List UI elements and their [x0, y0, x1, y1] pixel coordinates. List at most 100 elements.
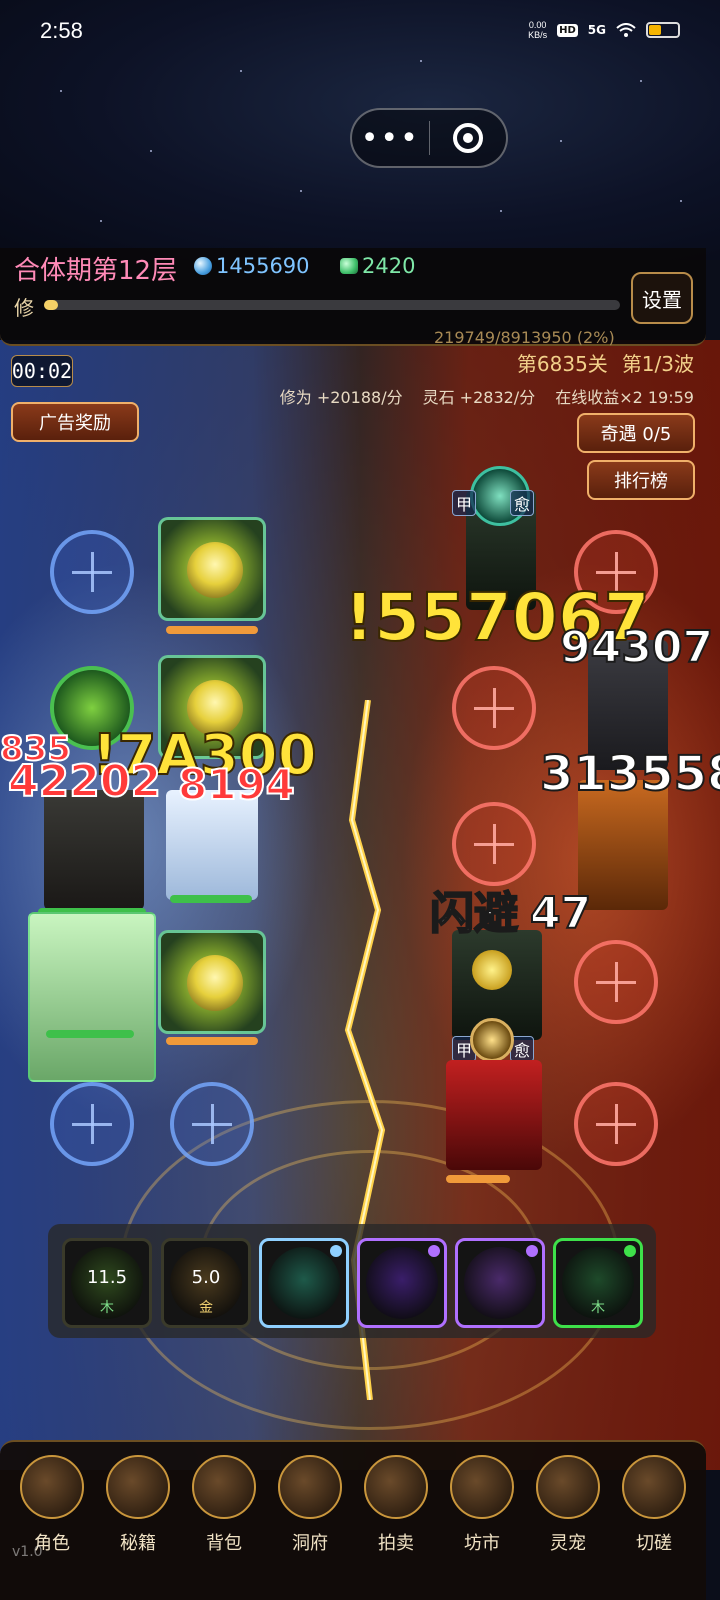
ally-hp-bar: [170, 895, 252, 903]
miniprogram-capsule: •••: [350, 108, 508, 168]
ranking-button[interactable]: 排行榜: [587, 460, 695, 500]
nav-item-character[interactable]: 角色: [17, 1455, 87, 1555]
nav-item-auction[interactable]: 拍卖: [361, 1455, 431, 1555]
cultivation-realm: 合体期第12层: [14, 256, 178, 286]
ally-damage-number: 42202: [7, 756, 162, 807]
hd-icon: HD: [557, 23, 578, 37]
nav-label: 洞府: [292, 1533, 328, 1554]
enemy-crimson-demon[interactable]: [446, 1060, 542, 1170]
close-miniprogram-button[interactable]: [430, 110, 507, 166]
manual-icon: [106, 1455, 170, 1519]
spirit-stone-icon: [194, 257, 212, 275]
enemy-sword-orb: [470, 1018, 514, 1062]
spirit-stone-counter: 1455690: [194, 254, 310, 278]
nav-label: 灵宠: [550, 1533, 586, 1554]
stone-rate: 灵石 +2832/分: [422, 388, 536, 407]
spirit-stone-value: 1455690: [216, 254, 310, 278]
cultivation-rate: 修为 +20188/分: [279, 388, 403, 407]
ally-damage-number: 8194: [177, 760, 296, 809]
market-icon: [450, 1455, 514, 1519]
target-icon: [452, 123, 483, 153]
nav-item-market[interactable]: 坊市: [447, 1455, 517, 1555]
skill-slot-2[interactable]: 5.0 金: [161, 1238, 251, 1328]
bag-icon: [192, 1455, 256, 1519]
network-speed: 0.00 KB/s: [528, 20, 547, 40]
status-bar: 2:58 0.00 KB/s HD 5G: [0, 0, 720, 64]
ad-reward-button[interactable]: 广告奖励: [11, 402, 139, 442]
nav-item-spar[interactable]: 切磋: [619, 1455, 689, 1555]
enemy-empty-slot: [452, 802, 536, 886]
damage-number: 47: [529, 888, 592, 939]
version-label: v1.0: [12, 1544, 43, 1560]
skill-cooldown: 11.5: [86, 1267, 128, 1288]
nav-item-spirit-pet[interactable]: 灵宠: [533, 1455, 603, 1555]
skill-ready-indicator: [526, 1245, 538, 1257]
network-speed-unit: KB/s: [528, 30, 548, 40]
nav-label: 背包: [206, 1533, 242, 1554]
ally-empty-slot[interactable]: [50, 1082, 134, 1166]
ally-empty-slot[interactable]: [170, 1082, 254, 1166]
nav-label: 秘籍: [120, 1533, 156, 1554]
ally-green-fairy[interactable]: [28, 912, 156, 1082]
encounter-button[interactable]: 奇遇 0/5: [577, 413, 695, 453]
pet-hp-bar: [166, 626, 258, 634]
ally-spirit-pet[interactable]: [158, 930, 266, 1034]
skill-cooldown: 5.0: [191, 1267, 221, 1288]
enemy-heal-tag: 愈: [510, 490, 535, 516]
more-button[interactable]: •••: [352, 110, 429, 166]
skill-icon: [268, 1247, 340, 1319]
enemy-empty-slot: [452, 666, 536, 750]
stage-level: 第6835关: [516, 352, 608, 376]
skill-element: 木: [591, 1300, 605, 1316]
skill-icon: [366, 1247, 438, 1319]
skill-ready-indicator: [428, 1245, 440, 1257]
skill-ready-indicator: [330, 1245, 342, 1257]
ally-swordsman[interactable]: [44, 790, 144, 910]
nav-label: 拍卖: [378, 1533, 414, 1554]
ally-hp-bar: [46, 1030, 134, 1038]
spar-icon: [622, 1455, 686, 1519]
nav-item-cave[interactable]: 洞府: [275, 1455, 345, 1555]
cultivation-label: 修: [14, 296, 34, 320]
settings-button[interactable]: 设置: [631, 272, 693, 324]
ally-spirit-pet[interactable]: [158, 517, 266, 621]
player-info-panel: 合体期第12层 1455690 2420 修 219749/8913950 (2…: [0, 248, 706, 347]
character-icon: [20, 1455, 84, 1519]
network-speed-value: 0.00: [528, 20, 547, 30]
pet-hp-bar: [166, 1037, 258, 1045]
bee-pet-icon: [187, 955, 243, 1011]
jade-icon: [340, 258, 358, 274]
cultivation-progress-text: 219749/8913950 (2%): [434, 328, 615, 347]
nav-label: 坊市: [464, 1533, 500, 1554]
clock: 2:58: [40, 18, 83, 43]
skill-element: 金: [199, 1300, 213, 1316]
spirit-pet-icon: [536, 1455, 600, 1519]
status-icons: 0.00 KB/s HD 5G: [528, 20, 680, 40]
skill-ready-indicator: [624, 1245, 636, 1257]
skill-slot-4[interactable]: [357, 1238, 447, 1328]
online-bonus: 在线收益×2 19:59: [555, 388, 694, 407]
dodge-text: 闪避: [429, 888, 519, 939]
enemy-armor-tag: 甲: [452, 490, 477, 516]
jade-value: 2420: [362, 254, 416, 278]
skill-element: 木: [100, 1300, 114, 1316]
battle-timer: 00:02: [11, 355, 73, 387]
damage-number: 94307: [559, 622, 714, 673]
cultivation-progress-bar: [44, 300, 620, 310]
skill-slot-1[interactable]: 11.5 木: [62, 1238, 152, 1328]
stage-info: 第6835关 第1/3波: [517, 348, 694, 377]
bee-pet-icon: [187, 542, 243, 598]
enemy-empty-slot: [574, 1082, 658, 1166]
skill-slot-3[interactable]: [259, 1238, 349, 1328]
signal-icon: 5G: [587, 23, 606, 37]
skill-slot-5[interactable]: [455, 1238, 545, 1328]
income-rates: 修为 +20188/分 灵石 +2832/分 在线收益×2 19:59: [280, 384, 694, 408]
wifi-icon: [616, 23, 636, 37]
cultivation-progress-fill: [44, 300, 59, 310]
ally-empty-slot[interactable]: [50, 530, 134, 614]
nav-item-bag[interactable]: 背包: [189, 1455, 259, 1555]
skill-slot-6[interactable]: 木: [553, 1238, 643, 1328]
jade-counter: 2420: [340, 254, 415, 278]
nav-item-manual[interactable]: 秘籍: [103, 1455, 173, 1555]
skill-icon: [464, 1247, 536, 1319]
